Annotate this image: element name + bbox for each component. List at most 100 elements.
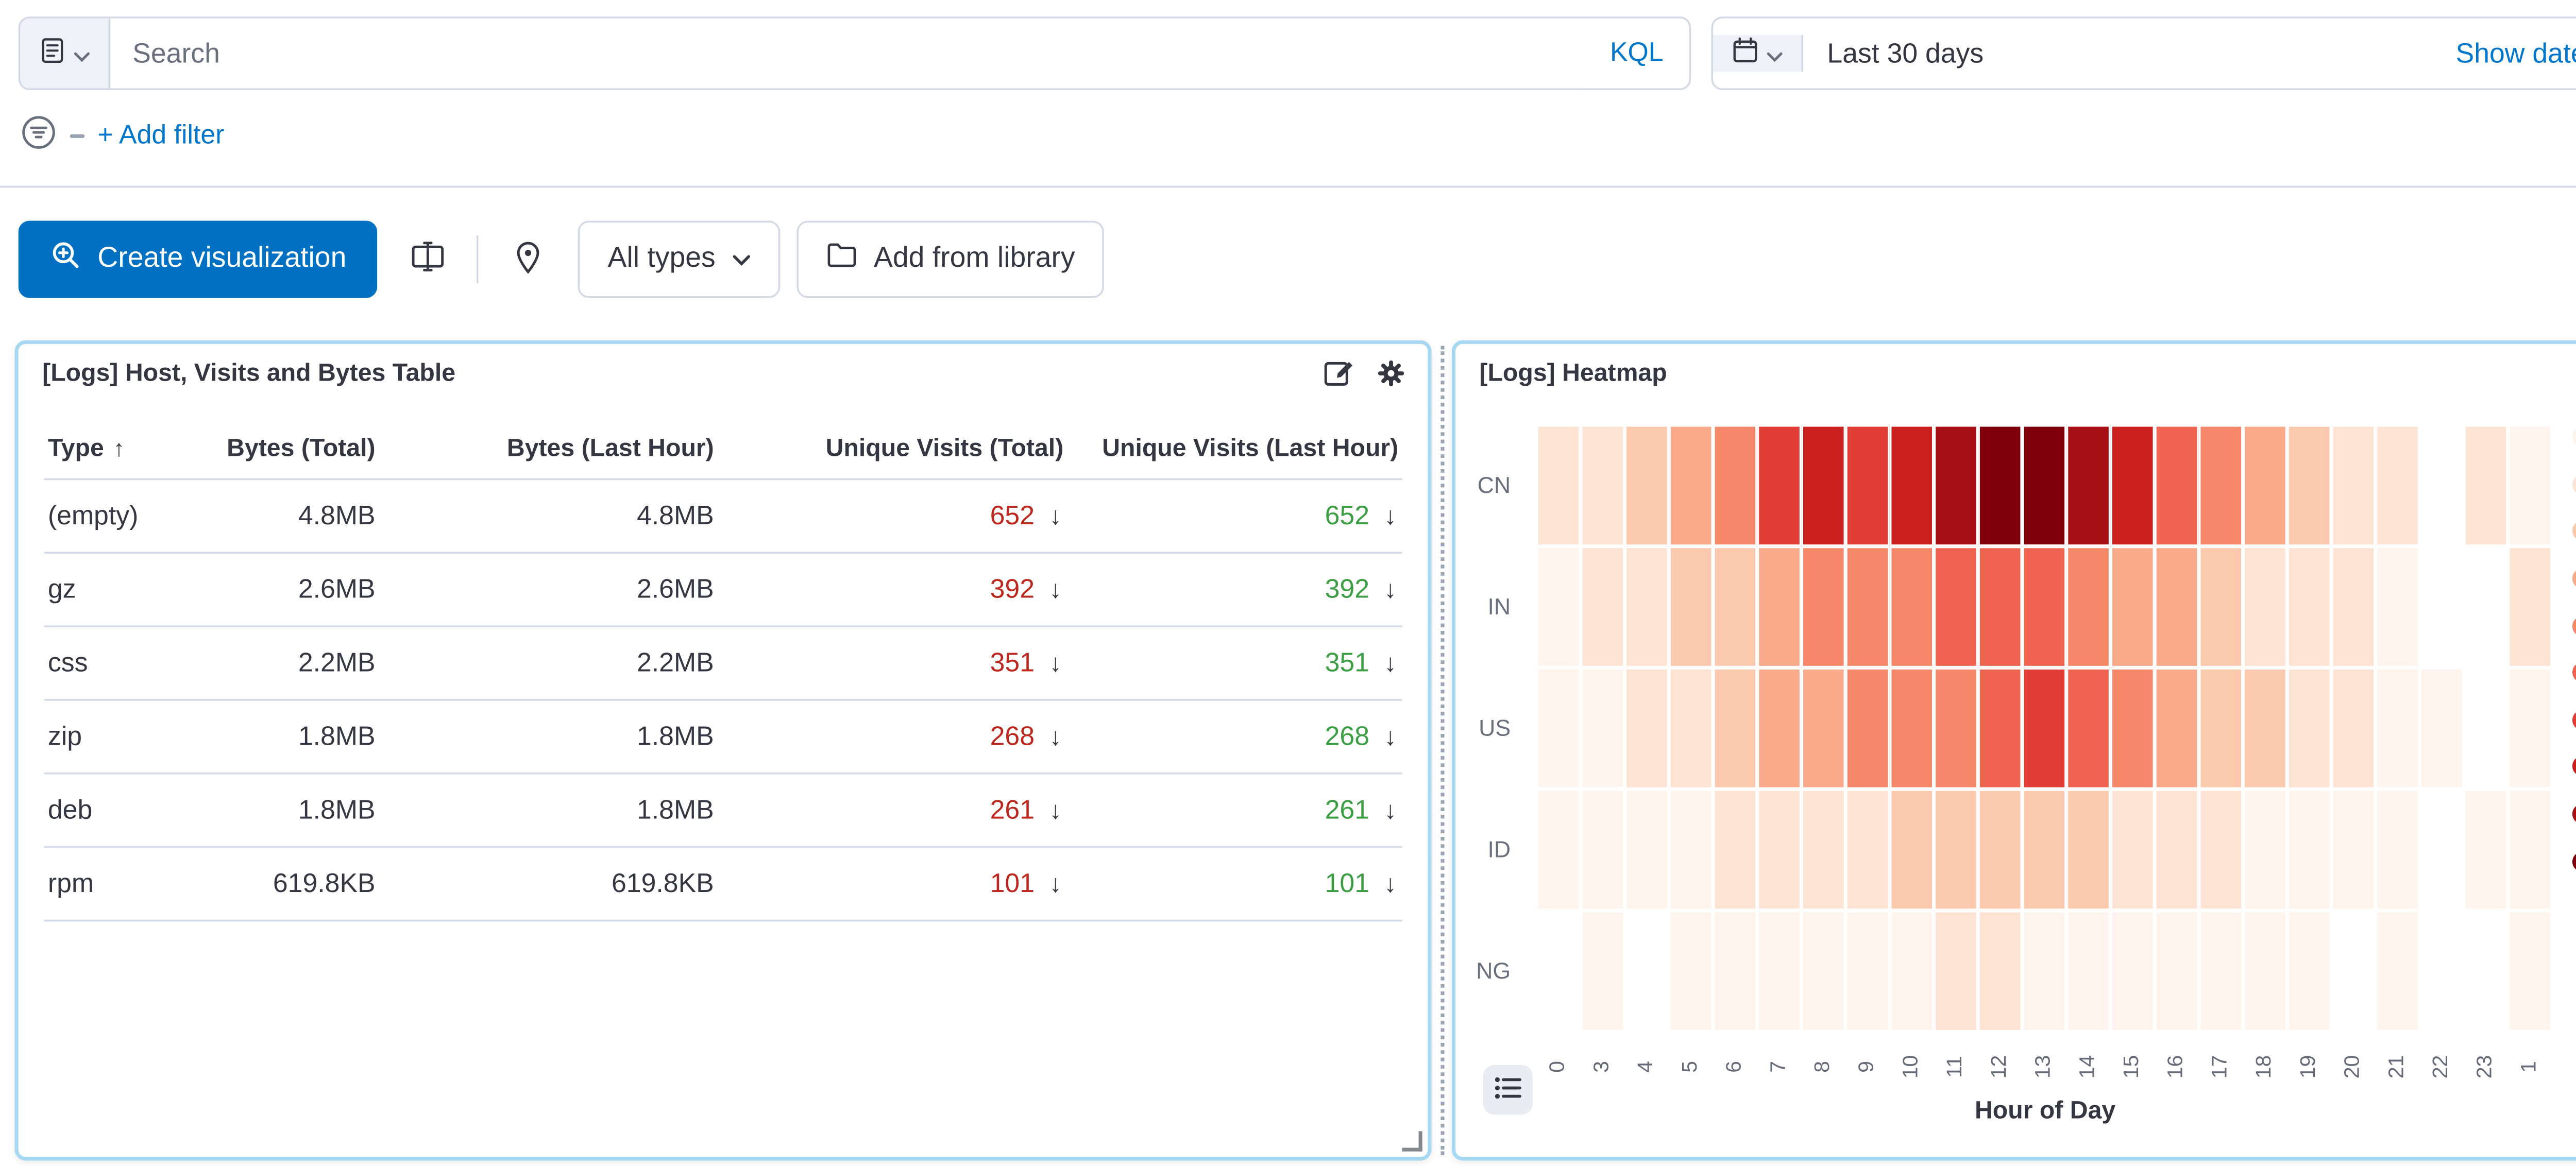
heatmap-cell[interactable]	[2155, 789, 2199, 911]
heatmap-cell[interactable]	[1978, 425, 2022, 546]
heatmap-cell[interactable]	[2110, 789, 2155, 911]
heatmap-cell[interactable]	[1845, 911, 1890, 1032]
heatmap-cell[interactable]	[2243, 789, 2287, 911]
table-column-header[interactable]: Unique Visits (Last Hour)	[1067, 421, 1402, 478]
heatmap-cell[interactable]	[2110, 425, 2155, 546]
heatmap-cell[interactable]	[1581, 425, 1625, 546]
heatmap-cell[interactable]	[1669, 911, 1713, 1032]
legend-toggle-button[interactable]	[1483, 1065, 1533, 1114]
heatmap-cell[interactable]	[2287, 546, 2331, 668]
legend-item[interactable]: 18 - 24	[2572, 555, 2576, 602]
heatmap-cell[interactable]	[1625, 667, 1669, 789]
heatmap-cell[interactable]	[2376, 546, 2420, 668]
saved-queries-menu-button[interactable]	[20, 19, 110, 89]
heatmap-cell[interactable]	[2199, 546, 2243, 668]
heatmap-cell[interactable]	[2464, 425, 2508, 546]
heatmap-cell[interactable]	[2287, 911, 2331, 1032]
create-visualization-button[interactable]: Create visualization	[19, 221, 378, 298]
add-filter-button[interactable]: + Add filter	[97, 122, 224, 151]
table-column-header[interactable]: Bytes (Last Hour)	[379, 421, 718, 478]
heatmap-cell[interactable]	[2419, 667, 2464, 789]
heatmap-cell[interactable]	[1934, 546, 1978, 668]
heatmap-cell[interactable]	[1845, 425, 1890, 546]
heatmap-cell[interactable]	[2066, 667, 2111, 789]
legend-item[interactable]: 0 - 6	[2572, 414, 2576, 461]
heatmap-cell[interactable]	[2155, 546, 2199, 668]
add-from-library-button[interactable]: Add from library	[796, 221, 1105, 298]
heatmap-cell[interactable]	[2376, 789, 2420, 911]
legend-item[interactable]: 12 - 18	[2572, 508, 2576, 555]
heatmap-cell[interactable]	[2331, 667, 2376, 789]
heatmap-cell[interactable]	[1801, 667, 1845, 789]
heatmap-cell[interactable]	[2376, 667, 2420, 789]
heatmap-cell[interactable]	[2155, 911, 2199, 1032]
heatmap-cell[interactable]	[2066, 425, 2111, 546]
legend-item[interactable]: 54 - 60	[2572, 837, 2576, 884]
heatmap-cell[interactable]	[1581, 546, 1625, 668]
add-map-button[interactable]	[496, 221, 562, 298]
heatmap-cell[interactable]	[2110, 546, 2155, 668]
heatmap-cell[interactable]	[1625, 789, 1669, 911]
legend-item[interactable]: 24 - 30	[2572, 602, 2576, 649]
heatmap-cell[interactable]	[1890, 789, 1934, 911]
heatmap-cell[interactable]	[2199, 911, 2243, 1032]
heatmap-cell[interactable]	[1801, 789, 1845, 911]
panel-title[interactable]: [Logs] Host, Visits and Bytes Table	[42, 358, 455, 386]
heatmap-cell[interactable]	[1581, 911, 1625, 1032]
heatmap-cell[interactable]	[2331, 789, 2376, 911]
heatmap-cell[interactable]	[2066, 546, 2111, 668]
heatmap-cell[interactable]	[1713, 911, 1757, 1032]
heatmap-cell[interactable]	[1845, 667, 1890, 789]
table-column-header[interactable]: Unique Visits (Total)	[718, 421, 1067, 478]
heatmap-cell[interactable]	[2110, 667, 2155, 789]
heatmap-cell[interactable]	[1890, 425, 1934, 546]
heatmap-cell[interactable]	[2066, 911, 2111, 1032]
table-column-header[interactable]: Bytes (Total)	[210, 421, 379, 478]
panel-options-button[interactable]	[1375, 358, 1408, 391]
heatmap-cell[interactable]	[1713, 546, 1757, 668]
heatmap-cell[interactable]	[1536, 789, 1581, 911]
heatmap-cell[interactable]	[2287, 789, 2331, 911]
date-quick-select-button[interactable]	[1713, 35, 1803, 72]
kql-syntax-button[interactable]: KQL	[1584, 19, 1689, 89]
heatmap-cell[interactable]	[1890, 546, 1934, 668]
heatmap-cell[interactable]	[1934, 667, 1978, 789]
heatmap-cell[interactable]	[2287, 667, 2331, 789]
legend-item[interactable]: 6 - 12	[2572, 461, 2576, 508]
heatmap-cell[interactable]	[2110, 911, 2155, 1032]
heatmap-cell[interactable]	[2199, 425, 2243, 546]
heatmap-cell[interactable]	[1757, 425, 1802, 546]
heatmap-cell[interactable]	[1845, 546, 1890, 668]
heatmap-cell[interactable]	[2199, 789, 2243, 911]
heatmap-cell[interactable]	[2508, 425, 2552, 546]
heatmap-cell[interactable]	[1536, 425, 1581, 546]
heatmap-cell[interactable]	[2243, 911, 2287, 1032]
heatmap-cell[interactable]	[2022, 911, 2066, 1032]
heatmap-cell[interactable]	[1625, 425, 1669, 546]
heatmap-cell[interactable]	[2243, 667, 2287, 789]
heatmap-cell[interactable]	[2066, 789, 2111, 911]
heatmap-cell[interactable]	[2376, 911, 2420, 1032]
heatmap-cell[interactable]	[1713, 425, 1757, 546]
heatmap-cell[interactable]	[1801, 911, 1845, 1032]
heatmap-cell[interactable]	[2508, 789, 2552, 911]
heatmap-cell[interactable]	[1801, 425, 1845, 546]
heatmap-cell[interactable]	[1757, 911, 1802, 1032]
panel-resize-handle[interactable]	[1402, 1131, 1422, 1151]
legend-item[interactable]: 42 - 48	[2572, 743, 2576, 790]
heatmap-cell[interactable]	[2243, 546, 2287, 668]
table-column-header[interactable]: Type↑	[44, 421, 210, 478]
heatmap-cell[interactable]	[2022, 546, 2066, 668]
heatmap-cell[interactable]	[1757, 546, 1802, 668]
heatmap-cell[interactable]	[1978, 546, 2022, 668]
legend-item[interactable]: 30 - 36	[2572, 649, 2576, 696]
filter-funnel-icon[interactable]	[20, 113, 57, 159]
heatmap-cell[interactable]	[1978, 789, 2022, 911]
heatmap-cell[interactable]	[2022, 789, 2066, 911]
heatmap-cell[interactable]	[1890, 911, 1934, 1032]
edit-visualization-button[interactable]	[1321, 358, 1354, 391]
heatmap-cell[interactable]	[1890, 667, 1934, 789]
show-dates-button[interactable]: Show dates	[2432, 38, 2576, 69]
heatmap-cell[interactable]	[2022, 425, 2066, 546]
heatmap-cell[interactable]	[1669, 667, 1713, 789]
